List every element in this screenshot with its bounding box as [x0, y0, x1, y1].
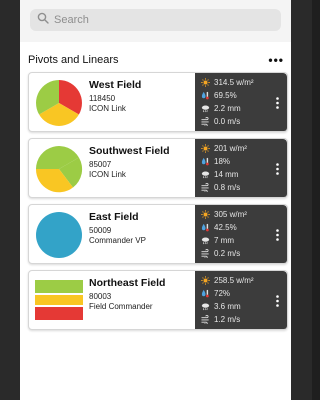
weather-stats: 314.5 w/m² 69.5% 2.2 mm 0.0 m/s: [195, 73, 287, 131]
field-card-west[interactable]: West Field 118450 ICON Link 314.5 w/m² 6…: [28, 72, 288, 132]
card-more-button[interactable]: [267, 73, 287, 131]
weather-stats: 201 w/m² 18% 14 mm 0.8 m/s: [195, 139, 287, 197]
pivot-pie-icon: [35, 146, 83, 193]
humidity-value: 42.5%: [214, 223, 237, 232]
search-icon: [37, 11, 49, 29]
sun-icon: [201, 276, 210, 285]
stat-rain: 2.2 mm: [201, 103, 241, 114]
wind-icon: [201, 249, 209, 258]
rain-cloud-icon: [201, 303, 210, 311]
thermometer-drop-icon: [201, 223, 209, 232]
stat-solar: 314.5 w/m²: [201, 77, 254, 88]
pivot-pie-icon: [36, 80, 82, 126]
more-vertical-icon: [275, 295, 279, 307]
stat-humidity: 42.5%: [201, 222, 237, 233]
phone-frame: Pivots and Linears ••• West Field 118450…: [0, 0, 312, 400]
stat-solar: 201 w/m²: [201, 143, 247, 154]
section-header: Pivots and Linears •••: [28, 52, 284, 68]
section-more-icon[interactable]: •••: [268, 54, 284, 66]
stat-rain: 3.6 mm: [201, 301, 241, 312]
field-info: Northeast Field 80003 Field Commander: [89, 277, 193, 312]
weather-stats: 258.5 w/m² 72% 3.6 mm 1.2 m/s: [195, 271, 287, 329]
stat-wind: 1.2 m/s: [201, 314, 240, 325]
field-id: 80003: [89, 292, 112, 301]
stat-wind: 0.8 m/s: [201, 182, 240, 193]
search-box[interactable]: [30, 9, 281, 31]
humidity-value: 69.5%: [214, 91, 237, 100]
sun-icon: [201, 78, 210, 87]
stat-humidity: 69.5%: [201, 90, 237, 101]
wind-icon: [201, 315, 209, 324]
wind-value: 0.8 m/s: [214, 183, 241, 192]
field-name: East Field: [89, 211, 139, 223]
field-device: Commander VP: [89, 236, 146, 245]
more-vertical-icon: [275, 163, 279, 175]
stat-solar: 305 w/m²: [201, 209, 247, 220]
app-screen: Pivots and Linears ••• West Field 118450…: [20, 0, 291, 400]
humidity-value: 18%: [214, 157, 231, 166]
rain-cloud-icon: [201, 171, 210, 179]
wind-value: 0.2 m/s: [214, 249, 241, 258]
wind-icon: [201, 183, 209, 192]
rain-value: 14 mm: [214, 170, 239, 179]
search-input[interactable]: [54, 14, 254, 26]
more-vertical-icon: [275, 229, 279, 241]
card-more-button[interactable]: [267, 139, 287, 197]
field-id: 118450: [89, 94, 116, 103]
field-card-southwest[interactable]: Southwest Field 85007 ICON Link 201 w/m²…: [28, 138, 288, 198]
solar-value: 314.5 w/m²: [214, 78, 254, 87]
section-title: Pivots and Linears: [28, 54, 119, 66]
field-device: ICON Link: [89, 104, 126, 113]
field-name: Southwest Field: [89, 145, 170, 157]
linear-bars-icon: [35, 280, 83, 320]
solar-value: 258.5 w/m²: [214, 276, 254, 285]
rain-cloud-icon: [201, 105, 210, 113]
thermometer-drop-icon: [201, 157, 209, 166]
stat-wind: 0.0 m/s: [201, 116, 240, 127]
card-more-button[interactable]: [267, 271, 287, 329]
stat-rain: 14 mm: [201, 169, 238, 180]
stat-humidity: 72%: [201, 288, 230, 299]
wind-value: 1.2 m/s: [214, 315, 241, 324]
stat-rain: 7 mm: [201, 235, 234, 246]
field-card-east[interactable]: East Field 50009 Commander VP 305 w/m² 4…: [28, 204, 288, 264]
stat-solar: 258.5 w/m²: [201, 275, 254, 286]
field-card-northeast[interactable]: Northeast Field 80003 Field Commander 25…: [28, 270, 288, 330]
stat-humidity: 18%: [201, 156, 230, 167]
field-id: 85007: [89, 160, 112, 169]
field-info: West Field 118450 ICON Link: [89, 79, 193, 114]
field-name: West Field: [89, 79, 142, 91]
card-more-button[interactable]: [267, 205, 287, 263]
solar-value: 305 w/m²: [214, 210, 247, 219]
rain-value: 7 mm: [214, 236, 234, 245]
field-info: East Field 50009 Commander VP: [89, 211, 193, 246]
thermometer-drop-icon: [201, 91, 209, 100]
rain-value: 3.6 mm: [214, 302, 241, 311]
wind-icon: [201, 117, 209, 126]
field-name: Northeast Field: [89, 277, 166, 289]
field-device: ICON Link: [89, 170, 126, 179]
sun-icon: [201, 144, 210, 153]
weather-stats: 305 w/m² 42.5% 7 mm 0.2 m/s: [195, 205, 287, 263]
field-info: Southwest Field 85007 ICON Link: [89, 145, 193, 180]
rain-value: 2.2 mm: [214, 104, 241, 113]
thermometer-drop-icon: [201, 289, 209, 298]
field-device: Field Commander: [89, 302, 153, 311]
wind-value: 0.0 m/s: [214, 117, 241, 126]
search-bar: [20, 0, 291, 42]
field-id: 50009: [89, 226, 112, 235]
humidity-value: 72%: [214, 289, 231, 298]
pivot-circle-icon: [36, 212, 82, 258]
sun-icon: [201, 210, 210, 219]
stat-wind: 0.2 m/s: [201, 248, 240, 259]
solar-value: 201 w/m²: [214, 144, 247, 153]
rain-cloud-icon: [201, 237, 210, 245]
more-vertical-icon: [275, 97, 279, 109]
